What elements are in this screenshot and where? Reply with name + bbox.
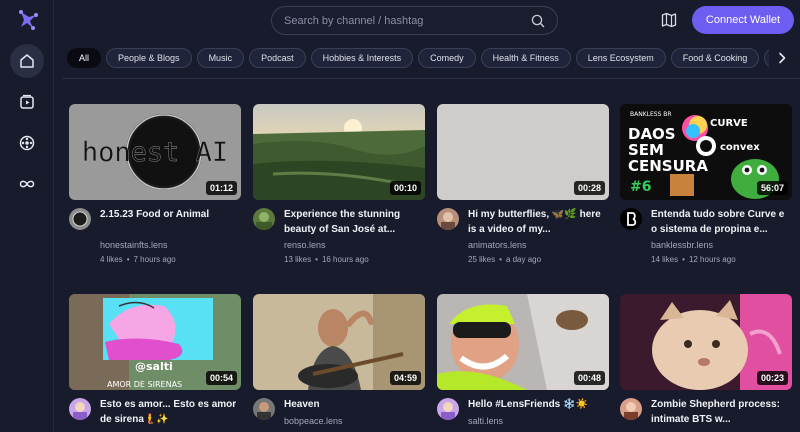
video-thumbnail[interactable]: 00:10 — [253, 104, 425, 200]
video-meta: 14 likes • 12 hours ago — [651, 255, 736, 264]
video-title[interactable]: 2.15.23 Food or Animal — [100, 207, 241, 222]
search-icon[interactable] — [531, 14, 545, 28]
thumb-text: CURVE — [710, 118, 748, 129]
nav-explore[interactable] — [10, 126, 44, 160]
thumb-text: honest AI — [82, 137, 228, 168]
video-duration: 00:28 — [573, 181, 605, 195]
divider — [62, 78, 800, 79]
library-icon — [20, 94, 34, 109]
nav-bytes[interactable] — [10, 167, 44, 201]
likes-count: 25 likes — [468, 255, 496, 264]
thumb-text: #6 — [630, 179, 651, 195]
thumb-text: CENSURA — [628, 157, 708, 175]
video-duration: 04:59 — [389, 371, 421, 385]
thumb-text: convex — [720, 142, 760, 153]
avatar[interactable] — [620, 208, 642, 230]
nav-home[interactable] — [10, 44, 44, 78]
video-thumbnail[interactable]: 00:23 — [620, 294, 792, 390]
chevron-right-icon[interactable] — [776, 52, 788, 64]
chip-lens-ecosystem[interactable]: Lens Ecosystem — [575, 48, 666, 68]
channel-name[interactable]: bobpeace.lens — [284, 416, 343, 426]
sidebar — [0, 0, 54, 432]
search-bar — [271, 6, 558, 35]
map-icon[interactable] — [660, 11, 678, 29]
avatar[interactable] — [253, 398, 275, 420]
thumb-brand: BANKLESS BR — [630, 111, 672, 118]
nav-library[interactable] — [10, 85, 44, 119]
chip-more[interactable]: E — [764, 48, 769, 68]
chip-hobbies-interests[interactable]: Hobbies & Interests — [310, 48, 414, 68]
video-thumbnail[interactable]: BANKLESS BR DAOS SEM CENSURA #6 CURVE co… — [620, 104, 792, 200]
video-thumbnail[interactable]: @salti AMOR DE SIRENAS 00:54 — [69, 294, 241, 390]
video-thumbnail[interactable]: 04:59 — [253, 294, 425, 390]
video-title[interactable]: Experience the stunning beauty of San Jo… — [284, 207, 425, 237]
category-chips: All People & Blogs Music Podcast Hobbies… — [67, 48, 769, 69]
video-thumbnail[interactable]: 00:28 — [437, 104, 609, 200]
avatar[interactable] — [437, 208, 459, 230]
video-duration: 00:54 — [205, 371, 237, 385]
posted-time: 12 hours ago — [688, 255, 736, 264]
thumb-text: @salti — [135, 360, 173, 373]
video-meta: 13 likes • 16 hours ago — [284, 255, 369, 264]
likes-count: 4 likes — [100, 255, 123, 264]
channel-name[interactable]: banklessbr.lens — [651, 240, 713, 250]
video-thumbnail[interactable]: honest AI 01:12 — [69, 104, 241, 200]
likes-count: 14 likes — [651, 255, 679, 264]
avatar[interactable] — [253, 208, 275, 230]
avatar[interactable] — [620, 398, 642, 420]
channel-name[interactable]: animators.lens — [468, 240, 527, 250]
video-title[interactable]: Hi my butterflies, 🦋🌿 here is a video of… — [468, 207, 609, 237]
video-duration: 00:48 — [573, 371, 605, 385]
video-title[interactable]: Hello #LensFriends ❄️☀️ — [468, 397, 609, 412]
video-thumbnail[interactable]: 00:48 — [437, 294, 609, 390]
video-title[interactable]: Esto es amor... Esto es amor de sirena🧜✨ — [100, 397, 241, 427]
chip-music[interactable]: Music — [196, 48, 245, 68]
avatar[interactable] — [69, 398, 91, 420]
video-title[interactable]: Entenda tudo sobre Curve e o sistema de … — [651, 207, 792, 237]
avatar[interactable] — [69, 208, 91, 230]
video-meta: 25 likes • a day ago — [468, 255, 542, 264]
video-duration: 56:07 — [756, 181, 788, 195]
connect-wallet-button[interactable]: Connect Wallet — [692, 6, 794, 34]
video-title[interactable]: Heaven — [284, 397, 425, 412]
logo-icon[interactable] — [17, 9, 39, 31]
chip-podcast[interactable]: Podcast — [249, 48, 306, 68]
avatar[interactable] — [437, 398, 459, 420]
video-duration: 00:10 — [389, 181, 421, 195]
chip-comedy[interactable]: Comedy — [418, 48, 476, 68]
chip-all[interactable]: All — [67, 48, 102, 68]
chip-food-cooking[interactable]: Food & Cooking — [670, 48, 760, 68]
bytes-icon — [19, 180, 35, 188]
posted-time: a day ago — [505, 255, 542, 264]
video-title[interactable]: Zombie Shepherd process: intimate BTS w.… — [651, 397, 792, 427]
explore-icon — [19, 135, 35, 151]
posted-time: 7 hours ago — [133, 255, 176, 264]
search-input[interactable] — [284, 14, 531, 27]
video-duration: 00:23 — [756, 371, 788, 385]
chip-health-fitness[interactable]: Health & Fitness — [480, 48, 571, 68]
channel-name[interactable]: honestainfts.lens — [100, 240, 168, 250]
home-icon — [20, 54, 34, 68]
chip-people-blogs[interactable]: People & Blogs — [106, 48, 192, 68]
thumb-text: AMOR DE SIRENAS — [107, 380, 182, 389]
video-duration: 01:12 — [205, 181, 237, 195]
channel-name[interactable]: salti.lens — [468, 416, 503, 426]
channel-name[interactable]: renso.lens — [284, 240, 326, 250]
posted-time: 16 hours ago — [321, 255, 369, 264]
video-meta: 4 likes • 7 hours ago — [100, 255, 176, 264]
likes-count: 13 likes — [284, 255, 312, 264]
